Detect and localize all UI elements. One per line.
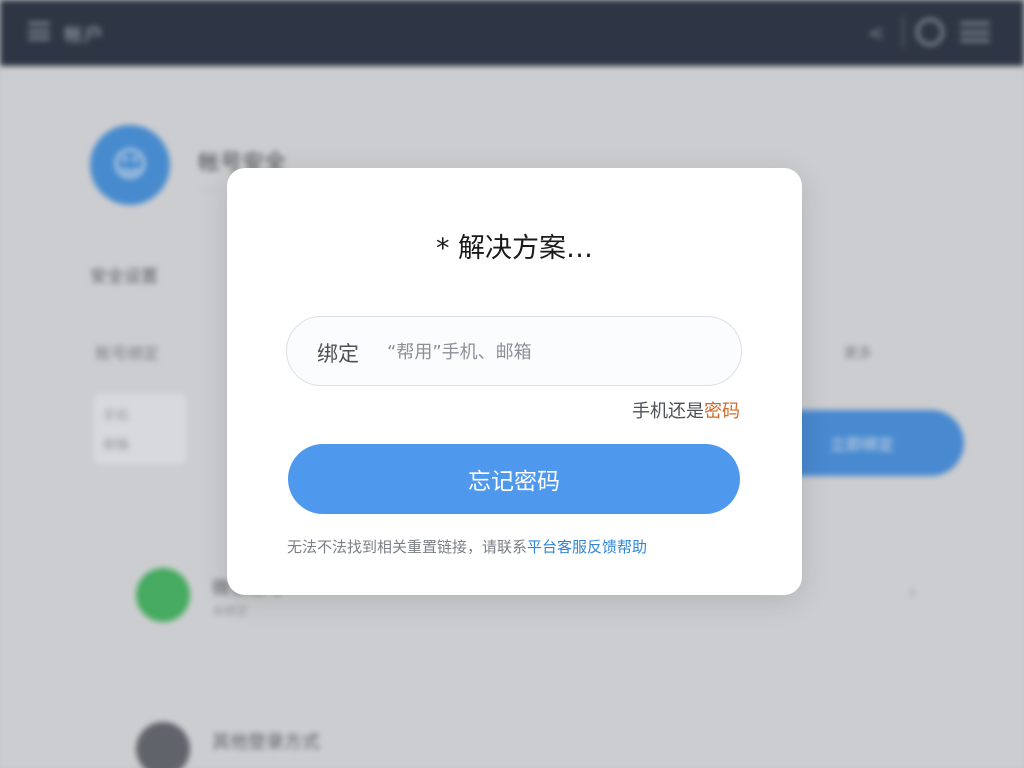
footer-note: 无法不法找到相关重置链接，请联系平台客服反馈帮助 [287,536,647,557]
hint-line: 手机还是密码 [632,397,740,423]
password-link[interactable]: 密码 [704,401,740,422]
forgot-password-button[interactable]: 忘记密码 [288,444,740,514]
footer-text: 无法不法找到相关重置链接，请联系 [287,538,528,556]
dialog-title: * 解决方案… [435,233,594,264]
input-prefix-label: 绑定 [317,342,359,366]
hint-text: 手机还是 [632,401,704,422]
support-link[interactable]: 平台客服反馈帮助 [527,538,647,556]
account-input-box[interactable]: 绑定 [286,316,742,386]
solution-dialog: * 解决方案… 绑定 手机还是密码 忘记密码 无法不法找到相关重置链接，请联系平… [227,168,802,595]
account-input[interactable] [385,331,719,373]
